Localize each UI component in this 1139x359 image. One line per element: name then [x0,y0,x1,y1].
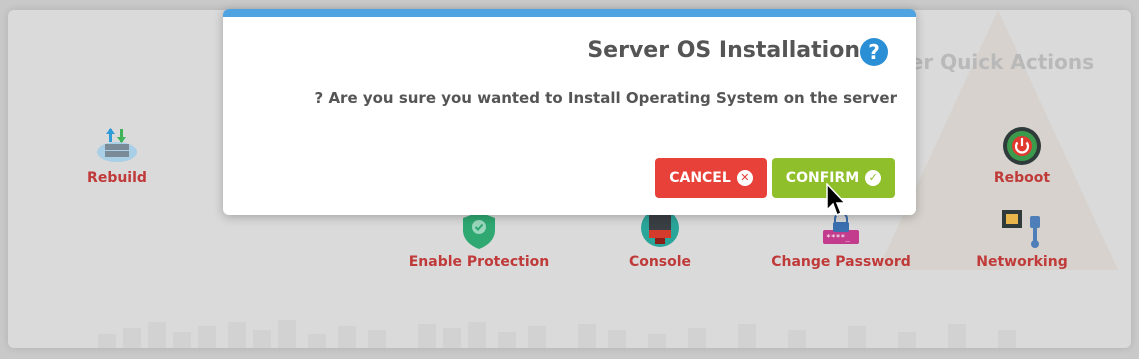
action-label: Enable Protection [408,254,550,270]
svg-text:****_: ****_ [826,233,850,242]
cloud-server-icon [97,128,137,162]
action-networking[interactable]: Networking [942,210,1102,270]
action-label: Rebuild [87,170,147,186]
skyline-decoration [88,318,1088,348]
cancel-button-label: CANCEL [669,170,731,186]
action-enable-protection[interactable]: Enable Protection [399,210,559,270]
action-label: Console [628,254,692,270]
network-cable-icon [1002,210,1040,248]
dialog-accent-bar [223,9,916,17]
action-change-password[interactable]: ****_ Change Password [761,210,921,270]
dialog-title: Server OS Installation [587,38,860,63]
cancel-button[interactable]: CANCEL ✕ [655,158,767,198]
help-icon[interactable]: ? [860,38,888,66]
action-rebuild[interactable]: Rebuild [37,126,197,186]
dialog-message: ? Are you sure you wanted to Install Ope… [314,89,897,107]
action-reboot[interactable]: Reboot [942,126,1102,186]
confirm-button-label: CONFIRM [785,170,860,186]
power-icon [1003,127,1041,165]
mouse-cursor-icon [826,183,847,217]
action-console[interactable]: Console [580,210,740,270]
action-label: Reboot [993,170,1051,186]
terminal-icon [641,210,679,247]
action-label: Networking [976,254,1068,270]
install-os-dialog: Server OS Installation ? ? Are you sure … [223,9,916,215]
action-label: Change Password [771,254,911,270]
close-icon: ✕ [736,170,753,186]
shield-icon [463,212,495,249]
check-icon: ✓ [865,170,882,186]
